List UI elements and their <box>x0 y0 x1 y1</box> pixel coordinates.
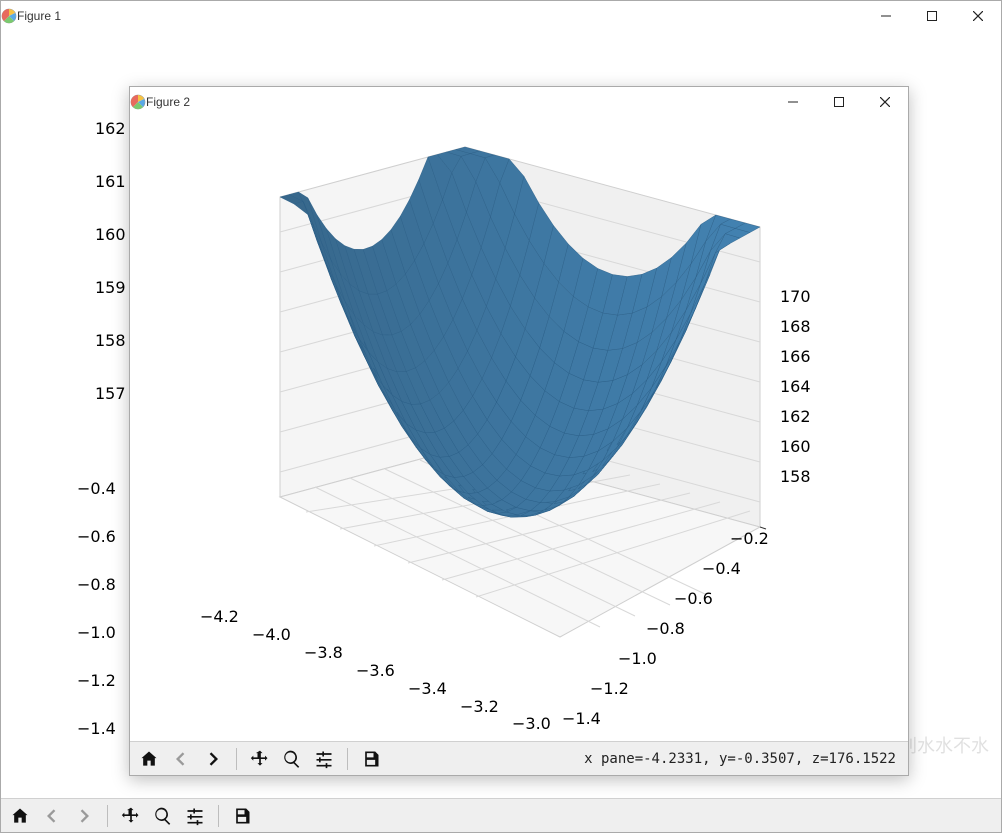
configure-button[interactable] <box>311 746 337 772</box>
configure-button[interactable] <box>182 803 208 829</box>
fig1-z-tick: 157 <box>95 384 126 403</box>
figure1-minimize-button[interactable] <box>863 1 909 31</box>
y-tick: −0.4 <box>702 559 741 578</box>
home-button[interactable] <box>136 746 162 772</box>
x-tick: −3.6 <box>356 661 395 680</box>
figure2-window: Figure 2 <box>129 86 909 776</box>
back-button[interactable] <box>168 746 194 772</box>
fig1-y-tick: −0.4 <box>77 479 116 498</box>
fig1-z-tick: 160 <box>95 225 126 244</box>
z-tick: 160 <box>780 437 811 456</box>
y-tick: −1.4 <box>562 709 601 728</box>
fig1-y-tick: −1.2 <box>77 671 116 690</box>
figure1-title: Figure 1 <box>17 9 61 23</box>
figure1-toolbar <box>1 798 1001 832</box>
save-button[interactable] <box>358 746 384 772</box>
x-tick: −4.2 <box>200 607 239 626</box>
y-tick: −0.2 <box>730 529 769 548</box>
fig1-y-tick: −1.4 <box>77 719 116 738</box>
figure2-maximize-button[interactable] <box>816 87 862 117</box>
x-tick: −4.0 <box>252 625 291 644</box>
x-tick: −3.8 <box>304 643 343 662</box>
figure1-close-button[interactable] <box>955 1 1001 31</box>
fig1-y-tick: −1.0 <box>77 623 116 642</box>
fig1-y-tick: −0.8 <box>77 575 116 594</box>
zoom-button[interactable] <box>279 746 305 772</box>
pan-button[interactable] <box>118 803 144 829</box>
figure2-close-button[interactable] <box>862 87 908 117</box>
toolbar-separator <box>347 748 348 770</box>
fig1-y-tick: −0.6 <box>77 527 116 546</box>
fig1-z-tick: 158 <box>95 331 126 350</box>
save-button[interactable] <box>229 803 255 829</box>
figure1-titlebar[interactable]: Figure 1 <box>1 1 1001 31</box>
fig1-z-tick: 161 <box>95 172 126 191</box>
z-tick: 158 <box>780 467 811 486</box>
cursor-coordinates: x pane=-4.2331, y=-0.3507, z=176.1522 <box>584 751 902 767</box>
home-button[interactable] <box>7 803 33 829</box>
back-button[interactable] <box>39 803 65 829</box>
z-tick: 170 <box>780 287 811 306</box>
forward-button[interactable] <box>71 803 97 829</box>
z-tick: 168 <box>780 317 811 336</box>
z-tick: 162 <box>780 407 811 426</box>
x-tick: −3.4 <box>408 679 447 698</box>
fig1-z-tick: 162 <box>95 119 126 138</box>
x-tick: −3.0 <box>512 714 551 733</box>
matplotlib-icon <box>1 8 17 24</box>
toolbar-separator <box>218 805 219 827</box>
x-tick: −3.2 <box>460 697 499 716</box>
fig1-z-tick: 159 <box>95 278 126 297</box>
zoom-button[interactable] <box>150 803 176 829</box>
forward-button[interactable] <box>200 746 226 772</box>
figure2-minimize-button[interactable] <box>770 87 816 117</box>
figure2-titlebar[interactable]: Figure 2 <box>130 87 908 117</box>
z-tick: 164 <box>780 377 811 396</box>
figure2-canvas[interactable]: 170 168 166 164 162 160 158 −4.2 −4.0 −3… <box>130 117 908 741</box>
y-tick: −0.6 <box>674 589 713 608</box>
toolbar-separator <box>107 805 108 827</box>
pan-button[interactable] <box>247 746 273 772</box>
z-tick: 166 <box>780 347 811 366</box>
figure2-title: Figure 2 <box>146 95 190 109</box>
figure2-toolbar: x pane=-4.2331, y=-0.3507, z=176.1522 <box>130 741 908 775</box>
y-tick: −1.2 <box>590 679 629 698</box>
y-tick: −1.0 <box>618 649 657 668</box>
toolbar-separator <box>236 748 237 770</box>
matplotlib-icon <box>130 94 146 110</box>
y-tick: −0.8 <box>646 619 685 638</box>
figure1-maximize-button[interactable] <box>909 1 955 31</box>
